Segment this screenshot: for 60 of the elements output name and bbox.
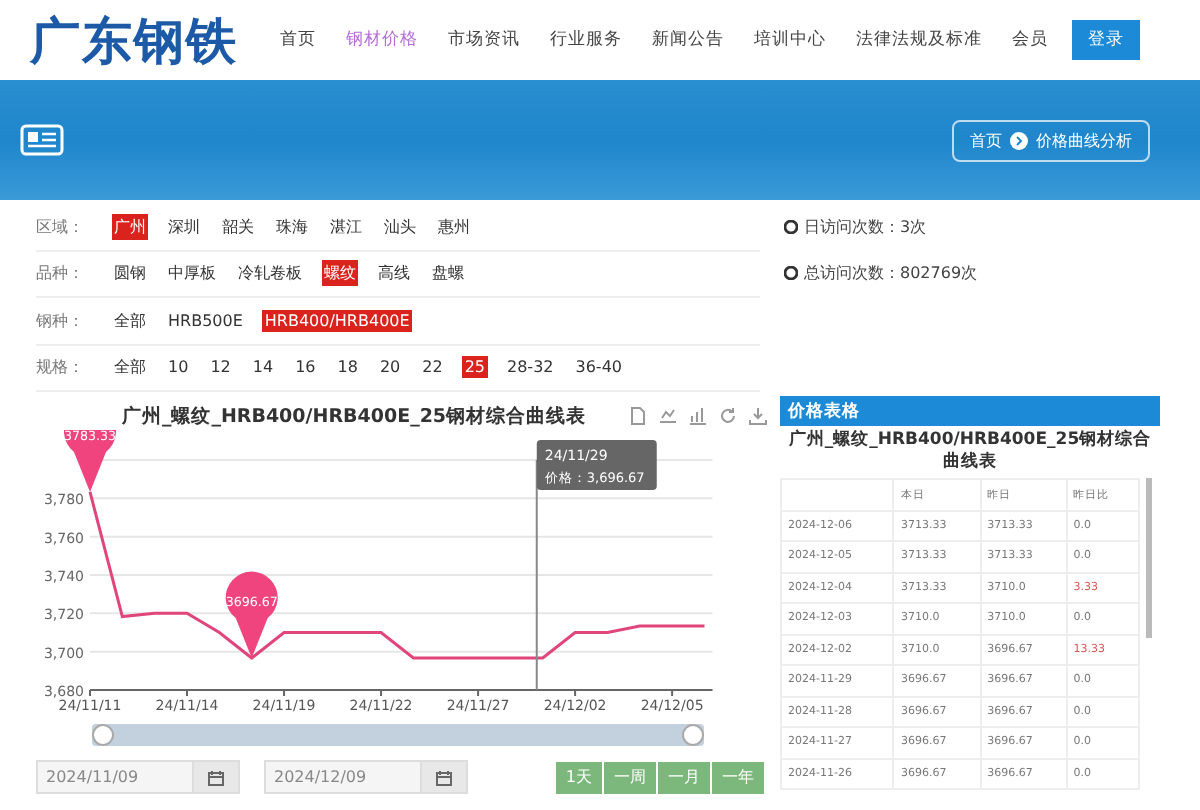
filter-option[interactable]: 盘螺 [430, 260, 466, 287]
calendar-icon [208, 769, 224, 785]
refresh-icon[interactable] [718, 406, 738, 426]
scrollbar[interactable] [1146, 478, 1152, 638]
nav-link[interactable]: 行业服务 [550, 28, 622, 52]
filter-option[interactable]: 韶关 [220, 213, 256, 240]
slider-handle[interactable] [92, 724, 114, 746]
nav-link[interactable]: 首页 [280, 28, 316, 52]
filter-option[interactable]: 珠海 [274, 213, 310, 240]
filter-option[interactable]: 湛江 [328, 213, 364, 240]
filter-option[interactable]: 14 [250, 356, 276, 379]
filter-option[interactable]: 16 [293, 356, 318, 379]
calendar-icon [436, 769, 452, 785]
login-button[interactable]: 登录 [1072, 20, 1140, 60]
filter-option[interactable]: 28-32 [505, 356, 556, 379]
filter-label: 钢种： [36, 309, 86, 332]
nav-link[interactable]: 市场资讯 [448, 28, 520, 52]
filter-label: 规格： [36, 356, 86, 379]
filter-option[interactable]: 螺纹 [322, 260, 358, 287]
range-slider[interactable] [92, 724, 704, 746]
download-icon[interactable] [748, 406, 768, 426]
visit-count: 总访问次数：802769次 [804, 262, 978, 284]
nav-link[interactable]: 会员 [1012, 28, 1048, 52]
filter-option[interactable]: 冷轧卷板 [236, 260, 304, 287]
line-chart-icon[interactable] [658, 406, 678, 426]
site-logo[interactable]: 广东钢铁 [30, 7, 250, 73]
filter-option[interactable]: 高线 [376, 260, 412, 287]
filter-option[interactable]: 25 [462, 356, 487, 379]
filter-option[interactable]: 全部 [112, 307, 148, 334]
filter-label: 区域： [36, 215, 86, 238]
nav-link[interactable]: 培训中心 [754, 28, 826, 52]
filter-option[interactable]: HRB400/HRB400E [262, 309, 412, 332]
bar-chart-icon[interactable] [688, 406, 708, 426]
filter-option[interactable]: 20 [377, 356, 403, 379]
filter-option[interactable]: 22 [420, 356, 445, 379]
filter-option[interactable]: 18 [335, 356, 360, 379]
nav-link[interactable]: 新闻公告 [652, 28, 724, 52]
filter-option[interactable]: 深圳 [166, 213, 202, 240]
breadcrumb-link[interactable]: 首页 [970, 129, 1002, 151]
nav-link[interactable]: 钢材价格 [346, 28, 418, 52]
chevron-icon [1010, 131, 1028, 149]
nav-link[interactable]: 法律法规及标准 [856, 28, 982, 52]
filter-label: 品种： [36, 262, 86, 285]
filter-option[interactable]: 圆钢 [112, 260, 148, 287]
filter-option[interactable]: 惠州 [436, 213, 472, 240]
document-icon[interactable] [628, 406, 648, 426]
table-title: 广州_螺纹_HRB400/HRB400E_25钢材综合曲线表 [786, 427, 1154, 476]
filter-option[interactable]: 中厚板 [166, 260, 218, 287]
filter-option[interactable]: 12 [208, 356, 233, 379]
filter-option[interactable]: 全部 [112, 354, 148, 381]
visit-count: 日访问次数：3次 [804, 216, 927, 238]
breadcrumb-current: 价格曲线分析 [1036, 129, 1132, 151]
filter-option[interactable]: 36-40 [573, 356, 624, 379]
filter-option[interactable]: 广州 [112, 213, 148, 240]
newspaper-icon [20, 124, 64, 156]
chart-title: 广州_螺纹_HRB400/HRB400E_25钢材综合曲线表 [119, 403, 589, 429]
panel-header: 价格表格 [780, 396, 1160, 426]
filter-option[interactable]: 汕头 [382, 213, 418, 240]
filter-option[interactable]: HRB500E [166, 309, 245, 332]
filter-option[interactable]: 10 [166, 356, 191, 379]
